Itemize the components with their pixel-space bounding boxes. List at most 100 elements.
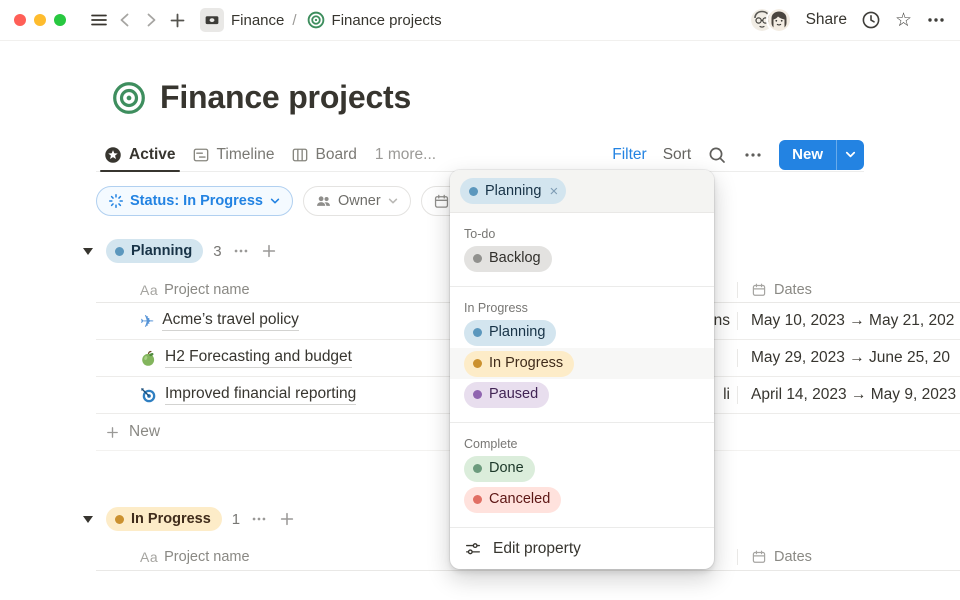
close-button[interactable]	[14, 14, 26, 26]
new-dropdown-button[interactable]	[836, 140, 864, 170]
nav-back-button[interactable]	[112, 7, 138, 33]
dropdown-group-todo: To-do Backlog	[450, 213, 714, 287]
status-filter-dropdown: Planning × To-do Backlog In Progress Pla…	[450, 170, 714, 569]
status-filter-label: Status: In Progress	[130, 193, 263, 209]
project-name-cell[interactable]: ✈ Acme’s travel policy	[96, 311, 441, 331]
status-burst-icon	[108, 193, 124, 209]
column-header-project-name[interactable]: Aa Project name	[96, 549, 441, 565]
hamburger-icon	[89, 10, 109, 30]
status-dot	[473, 328, 482, 337]
group-status-label: Planning	[131, 244, 192, 259]
status-dot	[115, 515, 124, 524]
status-option-backlog[interactable]: Backlog	[450, 243, 714, 274]
status-option-canceled[interactable]: Canceled	[450, 484, 714, 515]
views-toolbar: Active Timeline Board 1 more... Filter S…	[96, 138, 864, 172]
option-label: Canceled	[489, 492, 550, 507]
avatar	[766, 7, 792, 33]
status-filter-chip[interactable]: Status: In Progress	[96, 186, 293, 216]
updates-clock-icon[interactable]	[861, 10, 881, 30]
tab-label: Timeline	[217, 146, 275, 164]
project-title: Acme’s travel policy	[162, 311, 299, 331]
banknote-icon	[200, 8, 224, 32]
group-collapse-triangle-icon[interactable]	[83, 248, 93, 255]
status-option-in-progress[interactable]: In Progress	[450, 348, 714, 379]
plus-icon	[168, 11, 187, 30]
tab-timeline[interactable]: Timeline	[184, 138, 283, 171]
star-circle-icon	[104, 146, 122, 164]
status-option-done[interactable]: Done	[450, 453, 714, 484]
dates-cell[interactable]: May 10, 2023 → May 21, 202	[737, 312, 960, 330]
new-row-label: New	[129, 423, 160, 441]
group-more-ellipsis-icon[interactable]	[232, 242, 250, 260]
column-header-dates[interactable]: Dates	[737, 282, 960, 298]
tab-more-views[interactable]: 1 more...	[365, 138, 444, 171]
status-dot	[473, 464, 482, 473]
plus-icon	[104, 424, 121, 441]
dates-cell[interactable]: April 14, 2023 → May 9, 2023	[737, 386, 960, 404]
group-status-pill[interactable]: Planning	[106, 239, 203, 263]
group-more-ellipsis-icon[interactable]	[250, 510, 268, 528]
group-add-plus-icon[interactable]	[278, 510, 296, 528]
breadcrumb-page[interactable]: Finance projects	[332, 12, 442, 29]
window-topbar: Finance / Finance projects Share ☆	[0, 0, 960, 41]
target-page-icon-small	[307, 11, 325, 29]
option-label: Backlog	[489, 251, 541, 266]
text-type-icon: Aa	[140, 549, 158, 565]
filter-button[interactable]: Filter	[612, 146, 646, 164]
collaborator-avatars[interactable]	[749, 7, 792, 33]
window-controls	[14, 14, 66, 26]
sidebar-toggle-button[interactable]	[86, 7, 112, 33]
selected-status-chip[interactable]: Planning ×	[460, 178, 566, 204]
group-add-plus-icon[interactable]	[260, 242, 278, 260]
dates-cell[interactable]: May 29, 2023 → June 25, 20	[737, 349, 960, 367]
group-status-pill[interactable]: In Progress	[106, 507, 222, 531]
breadcrumb-section[interactable]: Finance	[231, 12, 284, 29]
board-icon	[291, 146, 309, 164]
option-label: Paused	[489, 387, 538, 402]
column-header-project-name[interactable]: Aa Project name	[96, 282, 441, 298]
breadcrumb: Finance / Finance projects	[200, 8, 442, 32]
zoom-button[interactable]	[54, 14, 66, 26]
group-status-label: In Progress	[131, 512, 211, 527]
dropdown-selected-area: Planning ×	[450, 170, 714, 213]
group-label: To-do	[464, 227, 700, 241]
search-icon[interactable]	[707, 145, 727, 165]
status-dot	[473, 254, 482, 263]
project-name-cell[interactable]: H2 Forecasting and budget	[96, 348, 441, 368]
tab-active[interactable]: Active	[96, 138, 184, 171]
favorite-star-icon[interactable]: ☆	[895, 11, 912, 30]
page-title[interactable]: Finance projects	[160, 79, 411, 116]
dropdown-group-in-progress: In Progress Planning In Progress Paused	[450, 287, 714, 423]
nav-forward-button[interactable]	[138, 7, 164, 33]
remove-chip-icon[interactable]: ×	[549, 183, 558, 200]
edit-property-button[interactable]: Edit property	[450, 528, 714, 569]
column-header-dates[interactable]: Dates	[737, 549, 960, 565]
sort-button[interactable]: Sort	[663, 146, 691, 164]
group-collapse-triangle-icon[interactable]	[83, 516, 93, 523]
chevron-left-icon	[116, 11, 134, 29]
new-page-button[interactable]	[164, 7, 190, 33]
project-name-cell[interactable]: Improved financial reporting	[96, 385, 441, 405]
status-option-paused[interactable]: Paused	[450, 379, 714, 410]
page-target-icon[interactable]	[112, 81, 146, 115]
chevron-down-icon	[844, 148, 857, 161]
breadcrumb-separator: /	[292, 12, 296, 29]
status-option-planning[interactable]: Planning	[450, 317, 714, 348]
airplane-icon: ✈	[140, 313, 154, 330]
share-button[interactable]: Share	[806, 11, 847, 29]
owner-filter-chip[interactable]: Owner	[303, 186, 411, 216]
new-button[interactable]: New	[779, 140, 864, 170]
calendar-icon	[751, 549, 767, 565]
tab-label: Active	[129, 146, 176, 164]
sliders-icon	[464, 540, 482, 558]
group-label: In Progress	[464, 301, 700, 315]
minimize-button[interactable]	[34, 14, 46, 26]
owner-filter-label: Owner	[338, 193, 381, 209]
tab-board[interactable]: Board	[283, 138, 365, 171]
chevron-down-icon	[387, 195, 399, 207]
view-options-ellipsis-icon[interactable]	[743, 145, 763, 165]
new-button-label: New	[779, 140, 836, 170]
edit-property-label: Edit property	[493, 540, 581, 558]
people-icon	[315, 193, 332, 210]
more-options-icon[interactable]	[926, 10, 946, 30]
